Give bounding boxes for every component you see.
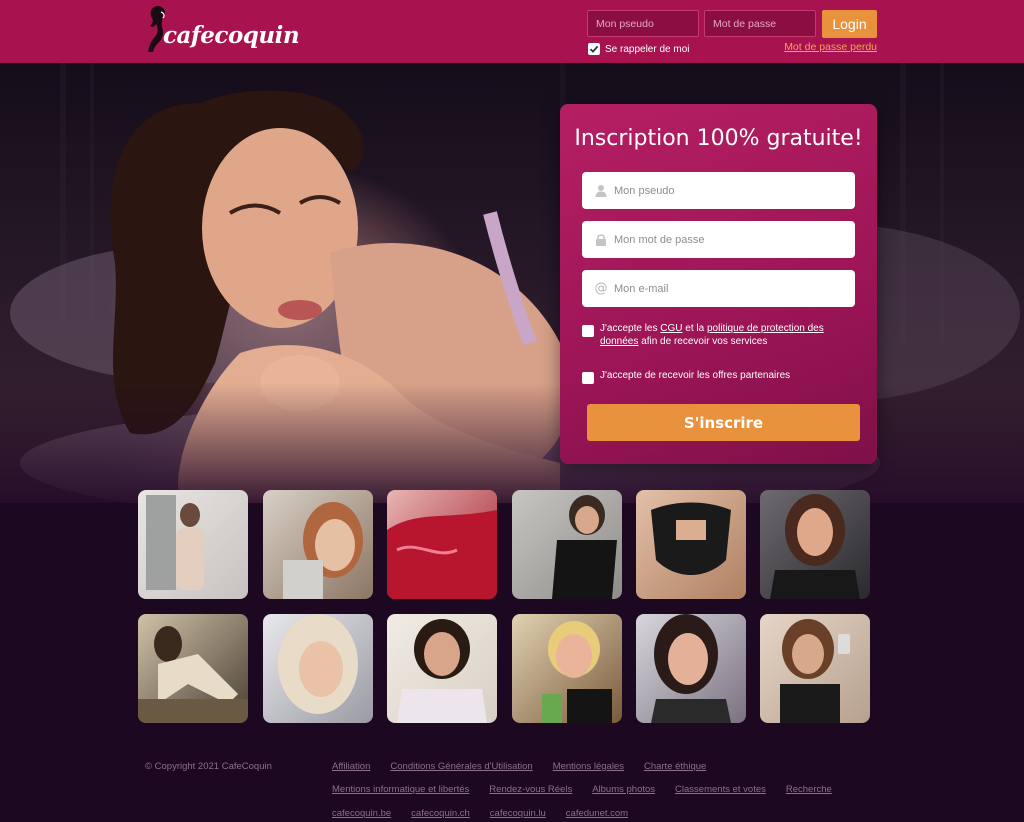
profile-thumb[interactable] (263, 614, 373, 723)
signup-email-input[interactable] (614, 282, 844, 295)
profile-thumb[interactable] (387, 614, 497, 723)
signup-password-field[interactable] (582, 221, 855, 258)
login-username-input[interactable] (587, 10, 699, 37)
profile-thumb[interactable] (636, 614, 746, 723)
footer-link-be[interactable]: cafecoquin.be (332, 808, 391, 819)
signup-pseudo-field[interactable] (582, 172, 855, 209)
footer-link-dates[interactable]: Rendez-vous Réels (489, 784, 572, 795)
profile-thumb[interactable] (138, 490, 248, 599)
remember-checkbox[interactable] (588, 43, 600, 55)
footer-link-ch[interactable]: cafecoquin.ch (411, 808, 470, 819)
profile-thumb[interactable] (512, 490, 622, 599)
profile-thumb[interactable] (138, 614, 248, 723)
login-password-input[interactable] (704, 10, 816, 37)
partners-checkbox[interactable] (582, 372, 594, 384)
logo-text: cafecoquin (163, 22, 300, 49)
profile-thumb[interactable] (387, 490, 497, 599)
footer-link-rankings[interactable]: Classements et votes (675, 784, 766, 795)
at-sign-icon: @ (594, 281, 608, 296)
consent-terms-text: J'accepte les CGU et la politique de pro… (600, 323, 824, 347)
signup-password-input[interactable] (614, 233, 844, 246)
signup-title: Inscription 100% gratuite! (574, 126, 863, 151)
copyright: © Copyright 2021 CafeCoquin (145, 761, 272, 772)
consent-partners-text: J'accepte de recevoir les offres partena… (600, 370, 791, 381)
profile-thumb[interactable] (263, 490, 373, 599)
signup-card: Inscription 100% gratuite! @ J'accepte l… (560, 104, 877, 464)
profile-thumb[interactable] (512, 614, 622, 723)
remember-me[interactable]: Se rappeler de moi (588, 42, 690, 56)
cafecoquin-logo[interactable]: cafecoquin (143, 4, 303, 56)
footer-link-ethics[interactable]: Charte éthique (644, 761, 706, 772)
site-header: cafecoquin Login Se rappeler de moi Mot … (0, 0, 1024, 63)
signup-pseudo-input[interactable] (614, 184, 844, 197)
login-button[interactable]: Login (822, 10, 877, 38)
footer-link-lu[interactable]: cafecoquin.lu (490, 808, 546, 819)
user-icon (594, 184, 608, 197)
footer-links-row-1: Affiliation Conditions Générales d'Utili… (332, 761, 726, 772)
privacy-policy-link-2[interactable]: données (600, 336, 638, 347)
footer-links-row-3: cafecoquin.be cafecoquin.ch cafecoquin.l… (332, 808, 648, 819)
footer-link-cgu[interactable]: Conditions Générales d'Utilisation (390, 761, 532, 772)
forgot-password-link[interactable]: Mot de passe perdu (784, 41, 877, 53)
footer-link-cnil[interactable]: Mentions informatique et libertés (332, 784, 469, 795)
cgu-link[interactable]: CGU (660, 323, 682, 334)
profile-thumb[interactable] (760, 490, 870, 599)
consent-terms: J'accepte les CGU et la politique de pro… (582, 323, 857, 348)
signup-button[interactable]: S'inscrire (587, 404, 860, 441)
signup-email-field[interactable]: @ (582, 270, 855, 307)
footer-link-search[interactable]: Recherche (786, 784, 832, 795)
footer-links-row-2: Mentions informatique et libertés Rendez… (332, 784, 852, 795)
privacy-policy-link[interactable]: politique de protection des (707, 323, 824, 334)
profile-thumb[interactable] (760, 614, 870, 723)
footer-link-affiliation[interactable]: Affiliation (332, 761, 370, 772)
footer-link-legal[interactable]: Mentions légales (553, 761, 624, 772)
remember-label: Se rappeler de moi (605, 43, 690, 55)
profile-thumb[interactable] (636, 490, 746, 599)
footer-link-cafedunet[interactable]: cafedunet.com (566, 808, 628, 819)
consent-partners: J'accepte de recevoir les offres partena… (582, 370, 857, 384)
footer-link-albums[interactable]: Albums photos (592, 784, 655, 795)
lock-icon (594, 233, 608, 246)
checkmark-icon (589, 45, 599, 53)
terms-checkbox[interactable] (582, 325, 594, 337)
